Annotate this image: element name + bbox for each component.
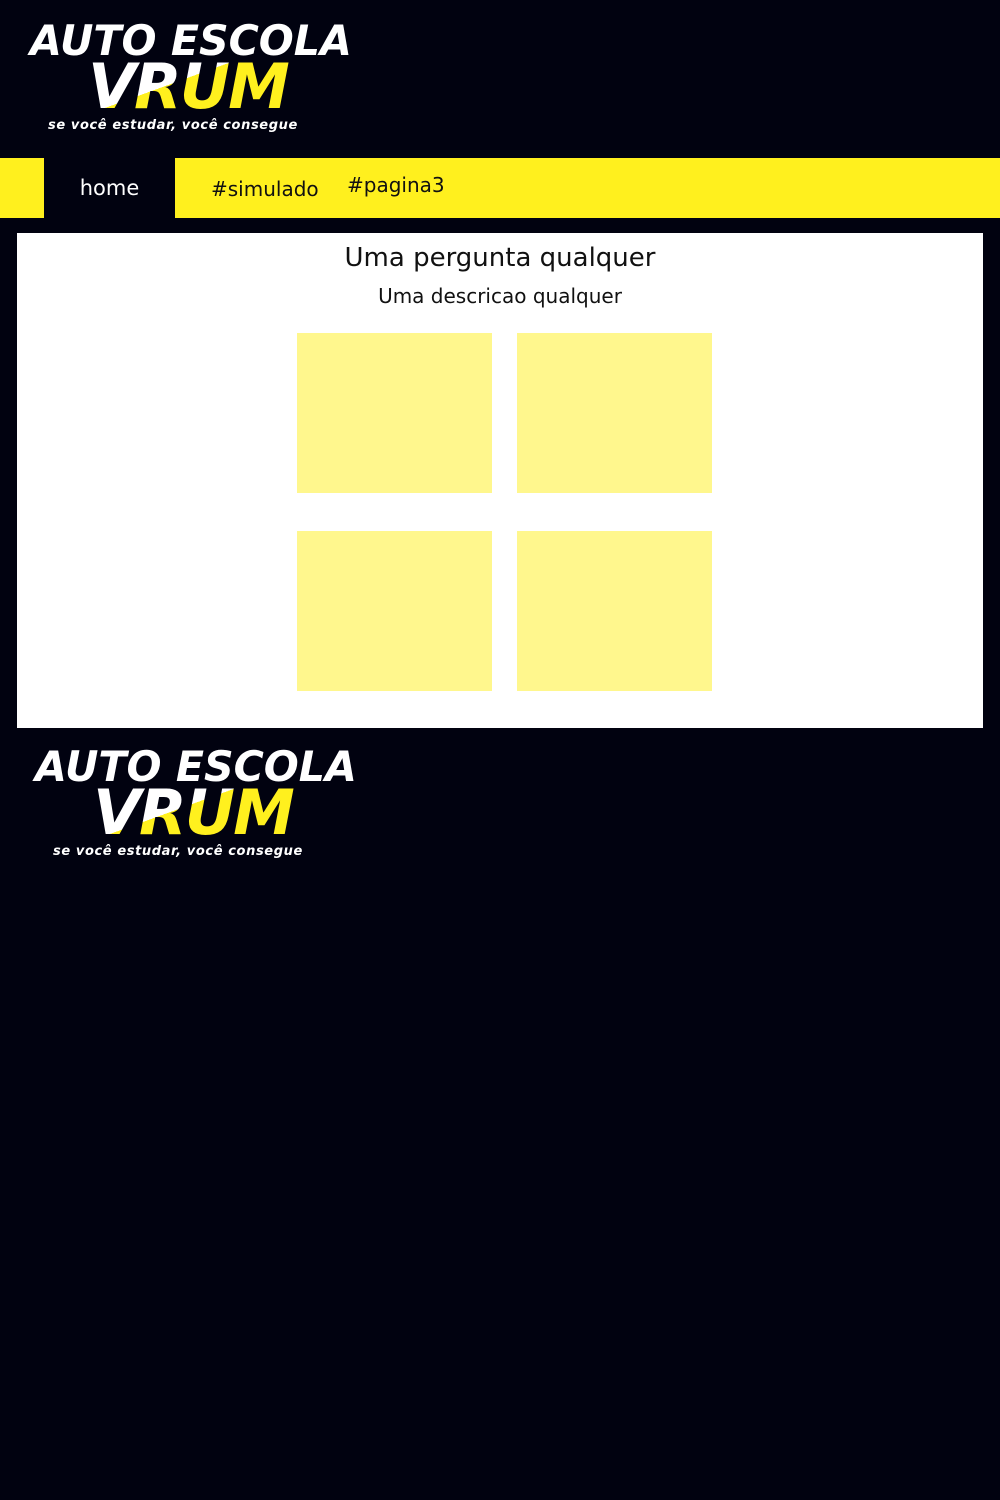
logo-tagline: se você estudar, você consegue [48, 118, 298, 133]
question-description: Uma descricao qualquer [378, 284, 622, 308]
answer-option-1[interactable] [297, 333, 492, 493]
navigation-bar: home #simulado #pagina3 [0, 158, 1000, 218]
question-title: Uma pergunta qualquer [344, 243, 656, 273]
footer-logo-tagline: se você estudar, você consegue [53, 844, 303, 859]
footer-logo: AUTO ESCOLA VRUM se você estudar, você c… [31, 742, 371, 867]
answer-option-3[interactable] [297, 531, 492, 691]
answer-option-2[interactable] [517, 333, 712, 493]
header-logo[interactable]: AUTO ESCOLA VRUM se você estudar, você c… [26, 16, 366, 141]
footer-logo-brand: VRUM [93, 782, 303, 844]
nav-simulado-link[interactable]: #simulado [211, 160, 319, 220]
answer-option-4[interactable] [517, 531, 712, 691]
nav-home-link[interactable]: home [44, 158, 175, 218]
logo-brand: VRUM [88, 56, 298, 118]
question-panel: Uma pergunta qualquer Uma descricao qual… [17, 233, 983, 728]
nav-pagina3-link[interactable]: #pagina3 [347, 156, 445, 216]
